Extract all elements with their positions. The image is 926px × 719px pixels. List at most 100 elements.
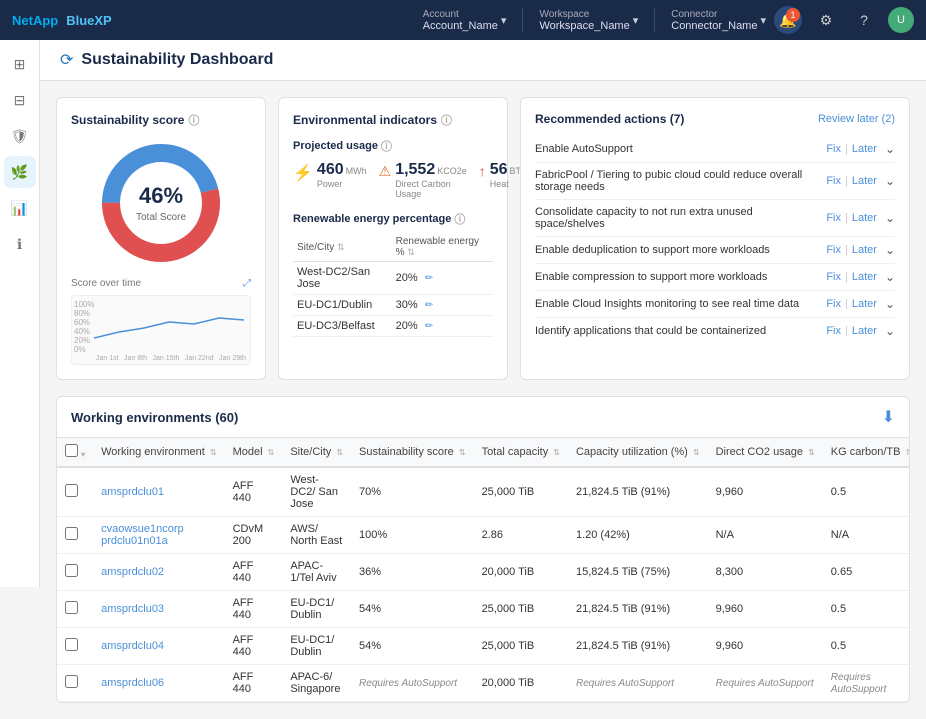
- rec-item-text: Enable AutoSupport: [535, 143, 818, 155]
- later-link[interactable]: Later: [852, 143, 877, 155]
- rec-chevron-icon[interactable]: ⌄: [885, 243, 895, 257]
- model-cell: AFF 440: [225, 467, 283, 517]
- row-checkbox[interactable]: [65, 527, 78, 540]
- carbon-metric: ⚠ 1,552 KCO2e Direct Carbon Usage: [379, 162, 467, 199]
- chart-y-labels: 100%80%60%40%20%0%: [74, 300, 94, 350]
- col-header-5[interactable]: Capacity utilization (%) ⇅: [568, 438, 708, 467]
- rec-item-text: Enable compression to support more workl…: [535, 271, 818, 283]
- site-city-cell: APAC-1/Tel Aviv: [282, 554, 351, 591]
- line-chart-svg: [94, 300, 251, 355]
- col-header-0[interactable]: Working environment ⇅: [93, 438, 225, 467]
- rec-item: Enable Cloud Insights monitoring to see …: [535, 291, 895, 318]
- sidebar-icon-home[interactable]: ⊞: [4, 48, 36, 80]
- projected-info-icon[interactable]: ⓘ: [381, 138, 392, 154]
- row-checkbox[interactable]: [65, 675, 78, 688]
- col-header-3[interactable]: Sustainability score ⇅: [351, 438, 474, 467]
- renewable-info-icon[interactable]: ⓘ: [454, 211, 465, 227]
- fix-link[interactable]: Fix: [826, 244, 841, 256]
- account-nav[interactable]: Account Account_Name ▾: [423, 9, 507, 32]
- later-link[interactable]: Later: [852, 244, 877, 256]
- rec-chevron-icon[interactable]: ⌄: [885, 211, 895, 225]
- donut-sub: Total Score: [136, 212, 186, 223]
- later-link[interactable]: Later: [852, 298, 877, 310]
- edit-icon[interactable]: ✏: [425, 300, 433, 311]
- sidebar-icon-shield[interactable]: 🛡: [4, 120, 36, 152]
- rec-item: Consolidate capacity to not run extra un…: [535, 200, 895, 237]
- review-later-link[interactable]: Review later (2): [818, 113, 895, 125]
- fix-link[interactable]: Fix: [826, 298, 841, 310]
- env-link[interactable]: amsprdclu02: [101, 566, 164, 578]
- rec-chevron-icon[interactable]: ⌄: [885, 270, 895, 284]
- env-name-cell: amsprdclu01: [93, 467, 225, 517]
- power-metric: ⚡ 460 MWh Power: [293, 162, 367, 199]
- utilization-cell: 21,824.5 TiB (91%): [568, 628, 708, 665]
- account-label: Account: [423, 9, 498, 20]
- col-header-1[interactable]: Model ⇅: [225, 438, 283, 467]
- rec-chevron-icon[interactable]: ⌄: [885, 324, 895, 338]
- row-checkbox[interactable]: [65, 601, 78, 614]
- site-city-cell: West-DC2/ San Jose: [282, 467, 351, 517]
- rec-chevron-icon[interactable]: ⌄: [885, 297, 895, 311]
- row-checkbox[interactable]: [65, 638, 78, 651]
- carbon-cell: N/A: [823, 517, 909, 554]
- help-button[interactable]: ?: [850, 6, 878, 34]
- utilization-cell: 21,824.5 TiB (91%): [568, 591, 708, 628]
- sidebar-icon-leaf[interactable]: 🌿: [4, 156, 36, 188]
- env-link[interactable]: amsprdclu03: [101, 603, 164, 615]
- capacity-cell: 25,000 TiB: [474, 467, 568, 517]
- carbon-unit: KCO2e: [437, 166, 467, 176]
- site-cell: EU-DC1/Dublin: [293, 295, 392, 316]
- connector-chevron: ▾: [760, 14, 766, 27]
- later-link[interactable]: Later: [852, 175, 877, 187]
- env-info-icon[interactable]: ⓘ: [441, 112, 452, 128]
- renewable-col-header[interactable]: Renewable energy % ⇅: [392, 233, 493, 262]
- col-header-4[interactable]: Total capacity ⇅: [474, 438, 568, 467]
- select-all-checkbox[interactable]: [65, 444, 78, 457]
- env-link[interactable]: amsprdclu06: [101, 677, 164, 689]
- row-checkbox[interactable]: [65, 564, 78, 577]
- env-link[interactable]: amsprdclu01: [101, 486, 164, 498]
- projected-title: Projected usage ⓘ: [293, 138, 493, 154]
- sidebar-icon-info[interactable]: ℹ: [4, 228, 36, 260]
- brand: NetApp BlueXP: [12, 13, 112, 28]
- top-nav: NetApp BlueXP Account Account_Name ▾ Wor…: [0, 0, 926, 40]
- col-header-2[interactable]: Site/City ⇅: [282, 438, 351, 467]
- download-icon[interactable]: ⬇: [882, 407, 895, 427]
- sidebar-icon-chart[interactable]: 📊: [4, 192, 36, 224]
- row-checkbox-cell: [57, 517, 93, 554]
- score-time-expand[interactable]: ⤢: [243, 278, 251, 289]
- notifications-button[interactable]: 🔔: [774, 6, 802, 34]
- col-header-6[interactable]: Direct CO2 usage ⇅: [708, 438, 823, 467]
- settings-button[interactable]: ⚙: [812, 6, 840, 34]
- table-scroll[interactable]: ▾Working environment ⇅Model ⇅Site/City ⇅…: [57, 438, 909, 702]
- power-label: Power: [317, 179, 367, 189]
- row-checkbox[interactable]: [65, 484, 78, 497]
- power-unit: MWh: [346, 166, 367, 176]
- fix-link[interactable]: Fix: [826, 212, 841, 224]
- sidebar-icon-grid[interactable]: ⊟: [4, 84, 36, 116]
- carbon-cell: 0.5: [823, 591, 909, 628]
- connector-nav[interactable]: Connector Connector_Name ▾: [671, 9, 766, 32]
- capacity-cell: 25,000 TiB: [474, 628, 568, 665]
- rec-chevron-icon[interactable]: ⌄: [885, 174, 895, 188]
- later-link[interactable]: Later: [852, 212, 877, 224]
- later-link[interactable]: Later: [852, 325, 877, 337]
- edit-icon[interactable]: ✏: [425, 321, 433, 332]
- rec-chevron-icon[interactable]: ⌄: [885, 142, 895, 156]
- site-col-header[interactable]: Site/City ⇅: [293, 233, 392, 262]
- fix-link[interactable]: Fix: [826, 325, 841, 337]
- workspace-nav[interactable]: Workspace Workspace_Name ▾: [539, 9, 638, 32]
- fix-link[interactable]: Fix: [826, 175, 841, 187]
- nav-icons: 🔔 ⚙ ? U: [774, 6, 914, 34]
- later-link[interactable]: Later: [852, 271, 877, 283]
- fix-link[interactable]: Fix: [826, 271, 841, 283]
- avatar[interactable]: U: [888, 7, 914, 33]
- env-link[interactable]: amsprdclu04: [101, 640, 164, 652]
- edit-icon[interactable]: ✏: [425, 273, 433, 284]
- fix-link[interactable]: Fix: [826, 143, 841, 155]
- env-panel-title: Environmental indicators ⓘ: [293, 112, 493, 128]
- carbon-cell: 0.5: [823, 628, 909, 665]
- col-header-7[interactable]: KG carbon/TB ⇅: [823, 438, 909, 467]
- score-info-icon[interactable]: ⓘ: [188, 112, 199, 128]
- env-link[interactable]: cvaowsue1ncorp prdclu01n01a: [101, 523, 184, 547]
